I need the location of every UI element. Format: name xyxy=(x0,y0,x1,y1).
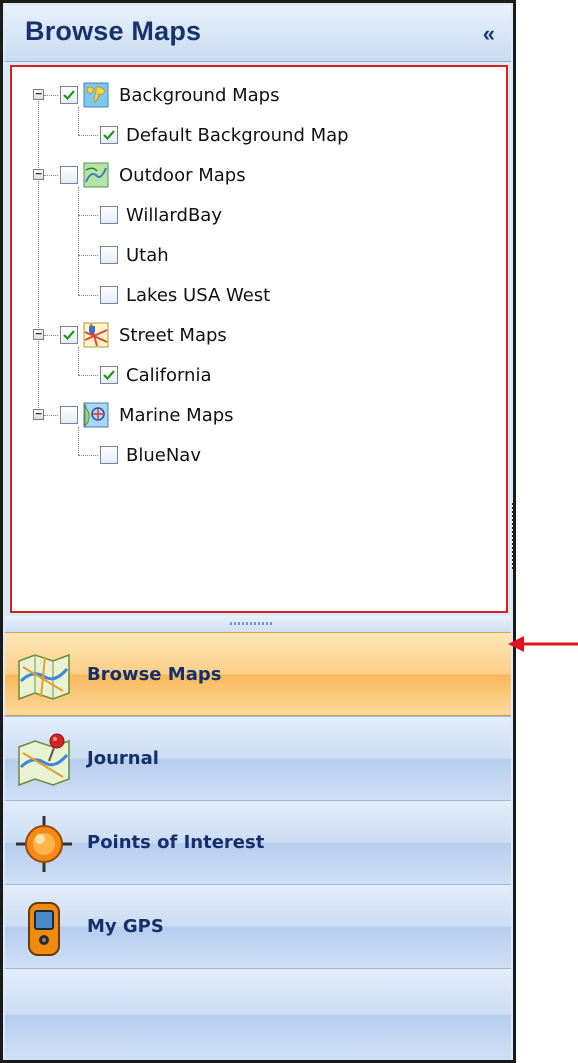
tree-item-utah[interactable]: Utah xyxy=(100,241,169,269)
tree-item-california[interactable]: California xyxy=(100,361,211,389)
tree-connector xyxy=(78,215,98,216)
tree-connector xyxy=(78,347,79,375)
tree-connector xyxy=(78,135,98,136)
checkbox-california[interactable] xyxy=(100,366,118,384)
tree-connector xyxy=(78,427,79,455)
nav-label: Points of Interest xyxy=(87,832,265,853)
topo-map-icon xyxy=(83,162,109,188)
pane-splitter[interactable] xyxy=(5,616,511,632)
checkbox-street-maps[interactable] xyxy=(60,326,78,344)
tree-item-label: California xyxy=(126,364,212,386)
tree-connector xyxy=(44,95,58,96)
tree-connector xyxy=(44,415,58,416)
handheld-gps-icon xyxy=(15,899,73,957)
tree-item-label: Background Maps xyxy=(119,84,280,106)
checkmark-icon xyxy=(63,330,75,341)
journal-map-pin-icon xyxy=(15,731,73,789)
tree-item-street-maps[interactable]: Street Maps xyxy=(60,321,227,349)
checkbox-background-maps[interactable] xyxy=(60,86,78,104)
tree-item-marine-maps[interactable]: Marine Maps xyxy=(60,401,234,429)
checkbox-willardbay[interactable] xyxy=(100,206,118,224)
tree-item-label: WillardBay xyxy=(126,204,222,226)
marine-chart-icon xyxy=(83,402,109,428)
tree-item-label: Marine Maps xyxy=(119,404,234,426)
panel-resize-grip-icon[interactable] xyxy=(512,503,515,569)
red-pointer-arrow-icon xyxy=(508,636,578,652)
tree-connector xyxy=(78,295,98,296)
tree-item-bluenav[interactable]: BlueNav xyxy=(100,441,201,469)
tree-item-background-maps[interactable]: Background Maps xyxy=(60,81,279,109)
nav-empty-area xyxy=(5,968,511,1060)
map-tree: − Background Maps Default Background Map… xyxy=(10,65,508,613)
collapse-group-marine-maps-icon[interactable]: − xyxy=(33,408,44,420)
collapse-group-background-maps-icon[interactable]: − xyxy=(33,88,44,100)
checkbox-default-background-map[interactable] xyxy=(100,126,118,144)
tree-item-outdoor-maps[interactable]: Outdoor Maps xyxy=(60,161,246,189)
collapse-chevron-icon[interactable]: « xyxy=(483,21,495,47)
tree-item-label: Default Background Map xyxy=(126,124,349,146)
checkmark-icon xyxy=(63,90,75,101)
tree-connector xyxy=(38,96,39,414)
tree-item-label: Outdoor Maps xyxy=(119,164,246,186)
browse-maps-panel: Browse Maps « − Background Maps Default … xyxy=(0,0,516,1063)
panel-header: Browse Maps « xyxy=(5,5,511,62)
nav-label: Browse Maps xyxy=(87,664,222,685)
tree-connector xyxy=(78,187,79,295)
collapse-group-outdoor-maps-icon[interactable]: − xyxy=(33,168,44,180)
checkmark-icon xyxy=(103,130,115,141)
nav-journal-button[interactable]: Journal xyxy=(5,716,511,800)
checkmark-icon xyxy=(103,370,115,381)
tree-item-label: Lakes USA West xyxy=(126,284,271,306)
checkbox-lakes-usa-west[interactable] xyxy=(100,286,118,304)
nav-label: Journal xyxy=(87,748,159,769)
tree-item-default-background-map[interactable]: Default Background Map xyxy=(100,121,349,149)
tree-connector xyxy=(78,455,98,456)
tree-item-label: Utah xyxy=(126,244,169,266)
orange-target-icon xyxy=(15,815,73,873)
nav-points-of-interest-button[interactable]: Points of Interest xyxy=(5,800,511,884)
street-map-icon xyxy=(83,322,109,348)
world-map-icon xyxy=(83,82,109,108)
tree-connector xyxy=(44,335,58,336)
nav-browse-maps-button[interactable]: Browse Maps xyxy=(5,632,511,716)
checkbox-outdoor-maps[interactable] xyxy=(60,166,78,184)
collapse-group-street-maps-icon[interactable]: − xyxy=(33,328,44,340)
nav-my-gps-button[interactable]: My GPS xyxy=(5,884,511,968)
tree-item-label: Street Maps xyxy=(119,324,227,346)
checkbox-marine-maps[interactable] xyxy=(60,406,78,424)
splitter-grip-icon[interactable] xyxy=(230,622,274,625)
tree-item-lakes-usa-west[interactable]: Lakes USA West xyxy=(100,281,270,309)
panel-title: Browse Maps xyxy=(25,16,202,46)
tree-connector xyxy=(44,175,58,176)
tree-item-willardbay[interactable]: WillardBay xyxy=(100,201,222,229)
checkbox-bluenav[interactable] xyxy=(100,446,118,464)
tree-connector xyxy=(78,107,79,135)
folded-map-icon xyxy=(15,647,73,705)
tree-connector xyxy=(78,255,98,256)
tree-connector xyxy=(78,375,98,376)
tree-item-label: BlueNav xyxy=(126,444,201,466)
nav-label: My GPS xyxy=(87,916,164,937)
checkbox-utah[interactable] xyxy=(100,246,118,264)
